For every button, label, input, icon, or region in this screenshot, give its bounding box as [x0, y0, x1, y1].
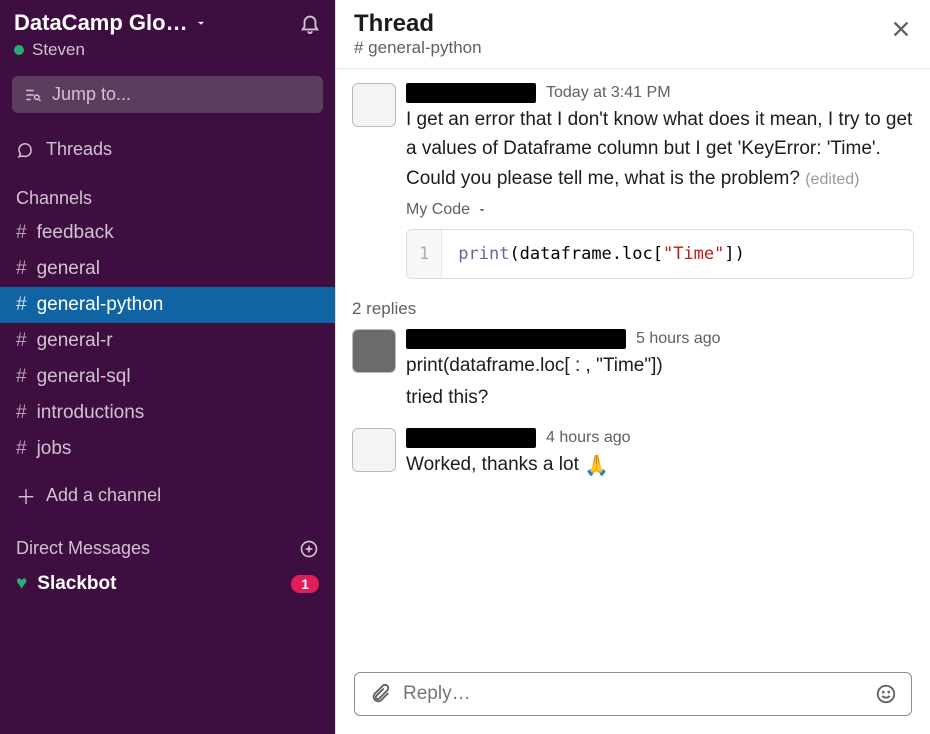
- dm-slackbot-label: Slackbot: [37, 573, 116, 595]
- message-timestamp: Today at 3:41 PM: [546, 84, 671, 102]
- hash-icon: #: [16, 438, 27, 460]
- threads-icon: [16, 141, 34, 159]
- message-text: print(dataframe.loc[ : , "Time"]): [406, 351, 914, 380]
- author-name-redacted: [406, 329, 626, 349]
- reply-composer[interactable]: [354, 672, 912, 716]
- hash-icon: #: [16, 294, 27, 316]
- thread-title: Thread: [354, 10, 482, 38]
- channel-label: introductions: [37, 402, 145, 424]
- channel-general-r[interactable]: # general-r: [0, 323, 335, 359]
- message-timestamp: 5 hours ago: [636, 330, 721, 348]
- workspace-switcher[interactable]: DataCamp Glo…: [14, 10, 208, 36]
- original-message: Today at 3:41 PM I get an error that I d…: [336, 77, 930, 289]
- hash-icon: #: [16, 222, 27, 244]
- hash-icon: #: [16, 330, 27, 352]
- channel-label: general-python: [37, 294, 164, 316]
- channels-heading[interactable]: Channels: [0, 174, 335, 215]
- channel-general[interactable]: # general: [0, 251, 335, 287]
- channel-general-sql[interactable]: # general-sql: [0, 359, 335, 395]
- presence-dot-icon: [14, 45, 24, 55]
- messages-list: Today at 3:41 PM I get an error that I d…: [336, 69, 930, 662]
- channel-introductions[interactable]: # introductions: [0, 395, 335, 431]
- unread-badge: 1: [291, 575, 319, 593]
- channel-feedback[interactable]: # feedback: [0, 215, 335, 251]
- threads-label: Threads: [46, 139, 112, 160]
- reply-message: 4 hours ago Worked, thanks a lot 🙏: [336, 422, 930, 492]
- code-attachment-label[interactable]: My Code: [406, 201, 914, 219]
- search-list-icon: [24, 86, 42, 104]
- dm-heading[interactable]: Direct Messages: [0, 524, 335, 565]
- reply-message: 5 hours ago print(dataframe.loc[ : , "Tim…: [336, 323, 930, 422]
- channel-label: general-r: [37, 330, 113, 352]
- plus-circle-icon[interactable]: [299, 539, 319, 559]
- sidebar: DataCamp Glo… Steven Jump to... Threads …: [0, 0, 335, 734]
- reply-input[interactable]: [403, 683, 863, 705]
- thread-panel: Thread # general-python Today at 3:41 PM…: [335, 0, 930, 734]
- avatar[interactable]: [352, 428, 396, 472]
- message-text: tried this?: [406, 383, 914, 412]
- hash-icon: #: [16, 366, 27, 388]
- code-block: 1 print(dataframe.loc["Time"]): [406, 229, 914, 279]
- current-user-name: Steven: [32, 40, 85, 60]
- author-name-redacted: [406, 428, 536, 448]
- hash-icon: #: [16, 258, 27, 280]
- channel-jobs[interactable]: # jobs: [0, 431, 335, 467]
- message-timestamp: 4 hours ago: [546, 429, 631, 447]
- threads-nav[interactable]: Threads: [0, 129, 335, 170]
- add-channel-button[interactable]: ＋ Add a channel: [0, 467, 335, 524]
- dm-slackbot[interactable]: ♥ Slackbot 1: [0, 565, 335, 603]
- caret-down-icon: [476, 204, 488, 216]
- channel-label: jobs: [37, 438, 72, 460]
- jump-to-placeholder: Jump to...: [52, 84, 131, 105]
- avatar[interactable]: [352, 83, 396, 127]
- paperclip-icon[interactable]: [369, 683, 391, 705]
- workspace-name: DataCamp Glo…: [14, 10, 188, 36]
- author-name-redacted: [406, 83, 536, 103]
- jump-to-search[interactable]: Jump to...: [12, 76, 323, 113]
- close-icon[interactable]: [890, 18, 912, 40]
- bell-icon[interactable]: [299, 12, 321, 34]
- channel-general-python[interactable]: # general-python: [0, 287, 335, 323]
- chevron-down-icon: [194, 16, 208, 30]
- heart-icon: ♥: [16, 573, 27, 595]
- channel-label: general-sql: [37, 366, 131, 388]
- emoji-icon[interactable]: [875, 683, 897, 705]
- plus-icon: ＋: [16, 481, 36, 510]
- channel-label: general: [37, 258, 100, 280]
- code-content: print(dataframe.loc["Time"]): [442, 230, 761, 278]
- message-text: I get an error that I don't know what do…: [406, 105, 914, 193]
- pray-emoji: 🙏: [584, 455, 609, 477]
- channel-label: feedback: [37, 222, 114, 244]
- user-presence[interactable]: Steven: [14, 40, 321, 60]
- thread-channel: # general-python: [354, 38, 482, 58]
- edited-marker: (edited): [805, 171, 859, 188]
- avatar[interactable]: [352, 329, 396, 373]
- code-gutter: 1: [407, 230, 442, 278]
- replies-count: 2 replies: [336, 289, 930, 323]
- message-text: Worked, thanks a lot 🙏: [406, 450, 914, 482]
- hash-icon: #: [16, 402, 27, 424]
